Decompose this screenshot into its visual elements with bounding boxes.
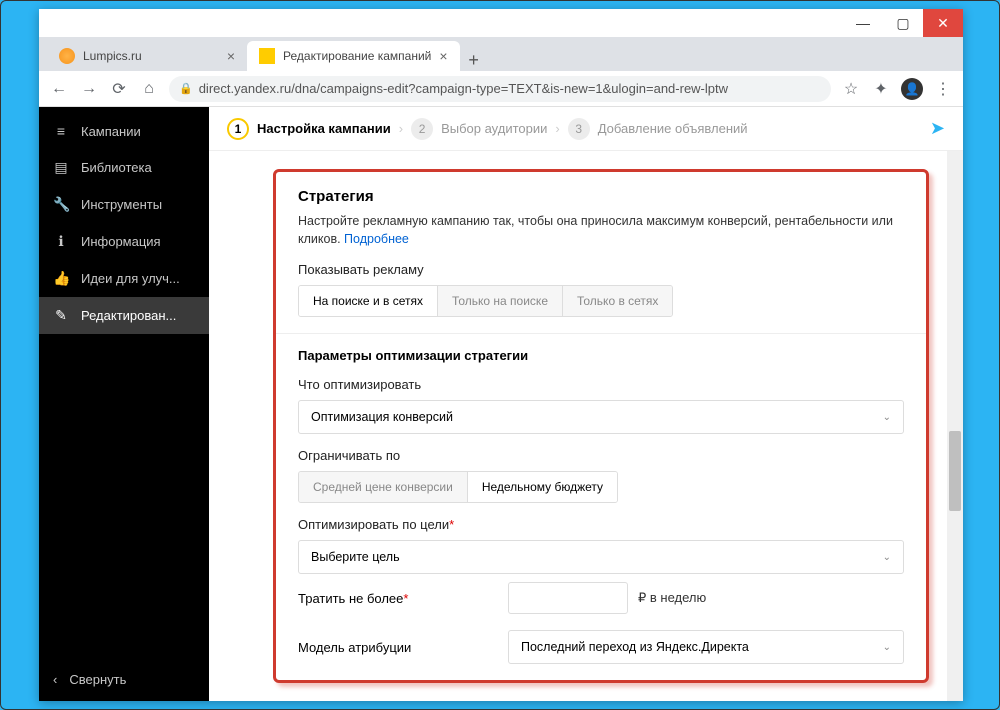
address-bar[interactable]: 🔒 direct.yandex.ru/dna/campaigns-edit?ca… [169,76,831,102]
pencil-icon: ✎ [53,307,69,324]
browser-tab-campaign-edit[interactable]: Редактирование кампаний × [247,41,460,71]
bookmark-star-icon[interactable]: ☆ [841,79,861,99]
select-value: Оптимизация конверсий [311,410,453,424]
show-ads-toggle: На поиске и в сетях Только на поиске Тол… [298,285,673,317]
step-2-label[interactable]: Выбор аудитории [441,121,547,136]
close-tab-icon[interactable]: × [439,48,447,64]
info-icon: ℹ [53,233,69,250]
optimization-params-heading: Параметры оптимизации стратегии [298,348,904,363]
wizard-steps: 1 Настройка кампании › 2 Выбор аудитории… [209,107,963,151]
sidebar-item-label: Идеи для улуч... [81,271,180,286]
window-minimize-button[interactable]: — [843,9,883,37]
show-ads-label: Показывать рекламу [298,262,904,277]
card-description: Настройте рекламную кампанию так, чтобы … [298,213,904,248]
tab-title: Редактирование кампаний [283,49,431,63]
window-close-button[interactable]: ✕ [923,9,963,37]
attribution-model-label: Модель атрибуции [298,640,498,655]
scrollbar-thumb[interactable] [949,431,961,511]
opt-avg-conversion-price[interactable]: Средней цене конверсии [299,472,468,502]
chevron-right-icon: › [399,121,403,136]
extensions-icon[interactable]: ✦ [871,79,891,99]
more-link[interactable]: Подробнее [344,232,409,246]
vertical-scrollbar[interactable] [947,151,963,701]
browser-tab-lumpics[interactable]: Lumpics.ru × [47,41,247,71]
opt-search-and-networks[interactable]: На поиске и в сетях [299,286,438,316]
chevron-down-icon: ⌄ [883,552,891,563]
card-title: Стратегия [298,188,904,205]
sidebar-item-tools[interactable]: 🔧 Инструменты [39,186,209,223]
window-maximize-button[interactable]: ▢ [883,9,923,37]
library-icon: ▤ [53,159,69,176]
opt-search-only[interactable]: Только на поиске [438,286,563,316]
browser-tab-strip: Lumpics.ru × Редактирование кампаний × + [39,37,963,71]
step-1-label[interactable]: Настройка кампании [257,121,391,136]
sidebar-item-info[interactable]: ℹ Информация [39,223,209,260]
thumbs-up-icon: 👍 [53,270,69,287]
chevron-down-icon: ⌄ [883,642,891,653]
new-tab-button[interactable]: + [460,50,488,71]
spend-no-more-label: Тратить не более* [298,591,498,606]
sidebar-item-label: Кампании [81,124,141,139]
spend-suffix: ₽ в неделю [638,590,706,606]
home-button[interactable]: ⌂ [139,80,159,98]
sidebar-item-label: Библиотека [81,160,152,175]
profile-avatar[interactable]: 👤 [901,78,923,100]
forward-button[interactable]: → [79,80,99,98]
step-3-label[interactable]: Добавление объявлений [598,121,748,136]
strategy-card: Стратегия Настройте рекламную кампанию т… [273,169,929,683]
tab-title: Lumpics.ru [83,49,142,63]
limit-by-label: Ограничивать по [298,448,904,463]
goal-select[interactable]: Выберите цель ⌄ [298,540,904,574]
menu-icon: ≡ [53,123,69,139]
favicon-icon [259,48,275,64]
sidebar-item-library[interactable]: ▤ Библиотека [39,149,209,186]
select-value: Выберите цель [311,550,400,564]
attribution-select[interactable]: Последний переход из Яндекс.Директа ⌄ [508,630,904,664]
url-text: direct.yandex.ru/dna/campaigns-edit?camp… [199,81,728,96]
sidebar-item-label: Инструменты [81,197,162,212]
favicon-icon [59,48,75,64]
main-content: 1 Настройка кампании › 2 Выбор аудитории… [209,107,963,701]
sidebar-collapse-button[interactable]: ‹ Свернуть [39,658,209,701]
sidebar-item-campaigns[interactable]: ≡ Кампании [39,113,209,149]
close-tab-icon[interactable]: × [227,48,235,64]
reload-button[interactable]: ⟳ [109,79,129,99]
weekly-budget-input[interactable] [508,582,628,614]
lock-icon: 🔒 [179,82,193,95]
kebab-menu-icon[interactable]: ⋮ [933,79,953,99]
browser-nav-bar: ← → ⟳ ⌂ 🔒 direct.yandex.ru/dna/campaigns… [39,71,963,107]
sidebar-item-editing[interactable]: ✎ Редактирован... [39,297,209,334]
wrench-icon: 🔧 [53,196,69,213]
what-optimize-label: Что оптимизировать [298,377,904,392]
select-value: Последний переход из Яндекс.Директа [521,640,749,654]
sidebar-item-label: Информация [81,234,161,249]
chevron-left-icon: ‹ [53,672,57,687]
optimize-select[interactable]: Оптимизация конверсий ⌄ [298,400,904,434]
back-button[interactable]: ← [49,80,69,98]
chevron-right-icon: › [555,121,559,136]
opt-networks-only[interactable]: Только в сетях [563,286,672,316]
limit-by-toggle: Средней цене конверсии Недельному бюджет… [298,471,618,503]
step-3-badge: 3 [568,118,590,140]
collapse-label: Свернуть [69,672,126,687]
optimize-goal-label: Оптимизировать по цели* [298,517,904,532]
window-titlebar: — ▢ ✕ [39,9,963,37]
step-1-badge: 1 [227,118,249,140]
step-2-badge: 2 [411,118,433,140]
sidebar: ≡ Кампании ▤ Библиотека 🔧 Инструменты ℹ … [39,107,209,701]
chevron-down-icon: ⌄ [883,412,891,423]
sidebar-item-label: Редактирован... [81,308,176,323]
send-button[interactable]: ➤ [930,118,945,139]
sidebar-item-ideas[interactable]: 👍 Идеи для улуч... [39,260,209,297]
opt-weekly-budget[interactable]: Недельному бюджету [468,472,617,502]
